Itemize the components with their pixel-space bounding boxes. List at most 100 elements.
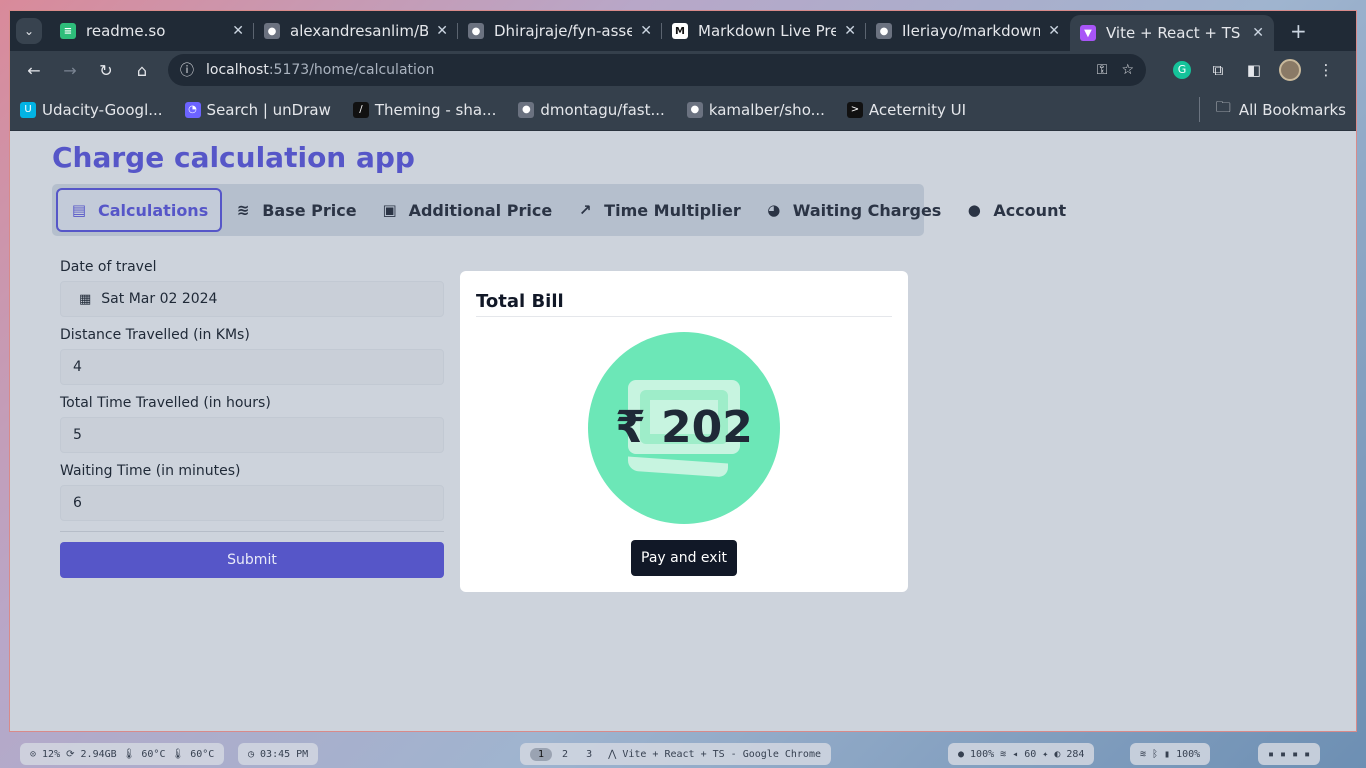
all-bookmarks-button[interactable]: 🗀 All Bookmarks [1198,97,1346,122]
password-key-icon[interactable]: ⚿ [1097,62,1108,78]
browser-tab[interactable]: ● Ileriayo/markdown- ✕ [866,11,1070,51]
close-icon[interactable]: ✕ [232,23,244,39]
bookmark-item[interactable]: U Udacity-Googl... [20,101,163,119]
all-bookmarks-label: All Bookmarks [1238,100,1346,119]
waiting-input[interactable]: 6 [60,485,444,521]
bookmark-item[interactable]: / Theming - sha... [352,100,497,119]
profile-avatar[interactable] [1276,56,1304,84]
bookmark-favicon-icon: U [20,101,36,118]
home-button[interactable]: ⌂ [128,56,156,84]
bookmark-item[interactable]: ● dmontagu/fast... [518,100,665,119]
bookmarks-bar: U Udacity-Googl... ◔ Search | unDraw / Themin… [10,89,1356,131]
nav-label: Waiting Charges [792,200,942,220]
grammarly-extension-icon[interactable]: G [1168,56,1196,84]
nav-item-calculations[interactable]: ▤ Calculations [56,188,223,232]
bookmark-label: dmontagu/fast... [540,100,665,119]
coins-stack-icon: ≋ [236,201,250,219]
browser-toolbar: ← → ↻ ⌂ ⓘ localhost:5173/home/calculatio… [10,51,1356,89]
extensions-puzzle-icon[interactable]: ⧉ [1204,56,1232,84]
bookmark-favicon-icon: / [352,101,369,118]
user-icon: ● [967,201,981,219]
nav-item-time-multiplier[interactable]: ↗ Time Multiplier [564,188,753,232]
date-picker[interactable]: ▦ Sat Mar 02 2024 [60,281,444,317]
bookmark-label: Search | unDraw [206,100,331,119]
clock-icon: ◕ [767,201,781,219]
tab-title: readme.so [86,22,166,40]
nav-item-waiting-charges[interactable]: ◕ Waiting Charges [753,188,954,232]
time-label: Total Time Travelled (in hours) [60,395,271,411]
page-title: Charge calculation app [52,141,415,174]
total-bill-card: Total Bill ₹ 202 Pay and exit [460,271,908,592]
tab-search-dropdown[interactable]: ⌄ [16,18,42,44]
tab-title: alexandresanlim/Ba [290,22,429,40]
bookmark-item[interactable]: > Aceternity UI [846,100,967,119]
bookmark-label: Udacity-Googl... [42,100,163,119]
bookmark-star-icon[interactable]: ☆ [1121,62,1134,78]
close-icon[interactable]: ✕ [1048,23,1060,39]
bookmark-item[interactable]: ● kamalber/sho... [686,100,825,119]
site-info-icon[interactable]: ⓘ [180,60,194,80]
date-value: Sat Mar 02 2024 [101,291,218,307]
browser-window: ⌄ ≡ readme.so ✕ ● alexandresanlim/Ba ✕ ● Dhiraj… [9,10,1357,732]
bill-amount: ₹ 202 [615,402,753,453]
browser-tab[interactable]: ● Dhirajraje/fyn-asse ✕ [458,11,662,51]
github-icon: ● [468,23,484,39]
bookmark-label: kamalber/sho... [708,100,825,119]
bookmark-item[interactable]: ◔ Search | unDraw [184,100,331,119]
forward-button[interactable]: → [56,56,84,84]
menu-kebab-icon[interactable]: ⋮ [1312,56,1340,84]
bill-circle: ₹ 202 [588,332,780,524]
reload-button[interactable]: ↻ [92,56,120,84]
workspace-2[interactable]: 2 [554,748,576,761]
workspace-1[interactable]: 1 [530,747,553,761]
tab-title: Vite + React + TS [1106,24,1241,42]
nav-item-account[interactable]: ● Account [953,188,1078,232]
browser-tab[interactable]: ● alexandresanlim/Ba ✕ [254,11,458,51]
bookmark-favicon-icon: > [846,101,863,118]
nav-item-base-price[interactable]: ≋ Base Price [222,188,368,232]
nav-label: Time Multiplier [604,200,741,220]
chevron-down-icon: ⌄ [23,24,35,38]
url-host: localhost [206,62,269,78]
nav-label: Calculations [98,200,209,220]
close-icon[interactable]: ✕ [844,23,856,39]
system-stats: ⊙ 12% ⟳ 2.94GB 🌡 60°C 🌡 60°C [20,743,225,765]
bookmark-label: Aceternity UI [868,100,967,119]
submit-button[interactable]: Submit [60,542,444,578]
nav-item-additional-price[interactable]: ▣ Additional Price [369,188,565,232]
nav-label: Base Price [262,200,357,220]
workspace-3[interactable]: 3 [578,748,600,761]
side-panel-icon[interactable]: ◧ [1240,56,1268,84]
browser-tab[interactable]: ▼ Vite + React + TS ✕ [1070,15,1274,51]
folder-icon: 🗀 [1215,98,1231,116]
distance-input[interactable]: 4 [60,349,444,385]
tab-title: Dhirajraje/fyn-asse [494,22,633,40]
markdown-icon: M [672,23,688,39]
browser-tab[interactable]: M Markdown Live Prev ✕ [662,11,866,51]
back-button[interactable]: ← [20,56,48,84]
app-nav: ▤ Calculations ≋ Base Price ▣ Additional Pric… [52,184,1066,236]
nav-label: Account [993,200,1067,220]
vite-icon: ▼ [1080,25,1096,41]
taskbar-clock: ◷ 03:45 PM [238,743,319,765]
bookmark-favicon-icon: ● [686,101,703,118]
app-page: Charge calculation app ▤ Calculations ≋ Bas… [10,131,1356,731]
time-input[interactable]: 5 [60,417,444,453]
bill-title: Total Bill [476,291,892,317]
github-icon: ● [876,23,892,39]
bookmark-favicon-icon: ● [518,101,535,118]
banknote-icon: ▣ [382,201,397,219]
form-divider [60,531,444,532]
pay-and-exit-button[interactable]: Pay and exit [631,540,737,576]
tray-icons[interactable]: ≋ ᛒ ▮ 100% [1130,743,1211,765]
browser-tab[interactable]: ≡ readme.so ✕ [50,11,254,51]
close-icon[interactable]: ✕ [1252,25,1264,41]
calculation-form: Date of travel ▦ Sat Mar 02 2024 Distanc… [60,259,444,578]
close-icon[interactable]: ✕ [640,23,652,39]
close-icon[interactable]: ✕ [436,23,448,39]
bookmark-label: Theming - sha... [374,100,497,119]
calculator-icon: ▤ [71,201,87,219]
address-bar[interactable]: ⓘ localhost:5173/home/calculation ⚿ ☆ [168,54,1146,86]
new-tab-button[interactable]: + [1290,19,1307,43]
power-controls[interactable]: ▪ ▪ ▪ ▪ [1258,743,1321,765]
